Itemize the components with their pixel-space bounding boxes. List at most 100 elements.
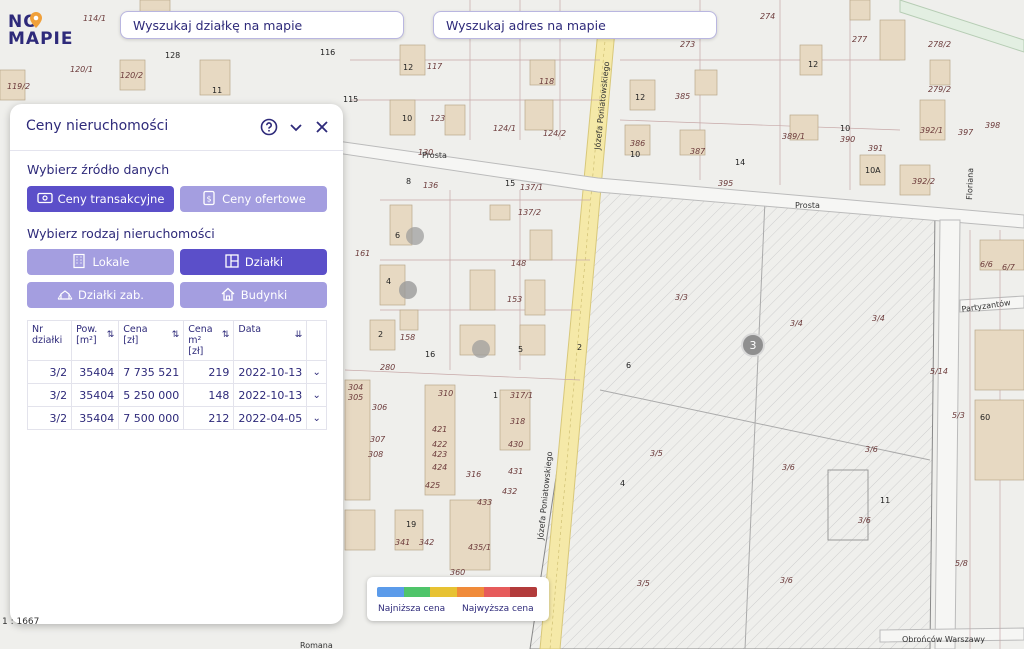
chevron-down-icon[interactable] <box>287 118 305 136</box>
source-section-title: Wybierz źródło danych <box>27 162 170 177</box>
svg-text:6: 6 <box>395 231 400 240</box>
svg-text:304: 304 <box>348 383 363 392</box>
col-parcel-number[interactable]: Nr działki <box>26 320 73 361</box>
table-row[interactable]: 3/2 35404 7 500 000 212 2022-04-05 ⌄ <box>26 406 327 430</box>
svg-text:128: 128 <box>165 51 180 60</box>
built-parcels-button[interactable]: Działki zab. <box>27 282 174 308</box>
sort-icon[interactable]: ⇅ <box>107 330 115 340</box>
price-legend: Najniższa cena Najwyższa cena <box>367 577 549 621</box>
svg-text:5: 5 <box>518 345 523 354</box>
chevron-down-icon[interactable]: ⌄ <box>306 406 327 430</box>
svg-text:Floriana: Floriana <box>965 168 975 200</box>
svg-text:435/1: 435/1 <box>468 543 491 552</box>
svg-text:385: 385 <box>675 92 690 101</box>
svg-text:305: 305 <box>348 393 363 402</box>
svg-text:12: 12 <box>403 63 413 72</box>
legend-color-1 <box>377 587 404 597</box>
svg-text:1: 1 <box>493 391 498 400</box>
building-icon <box>71 253 87 272</box>
svg-text:124/2: 124/2 <box>543 129 566 138</box>
svg-text:3/6: 3/6 <box>858 516 871 525</box>
svg-text:117: 117 <box>427 62 443 71</box>
svg-text:6/6: 6/6 <box>980 260 993 269</box>
svg-text:137/1: 137/1 <box>520 183 543 192</box>
type-section-title: Wybierz rodzaj nieruchomości <box>27 226 215 241</box>
svg-text:5/8: 5/8 <box>955 559 968 568</box>
svg-text:3/5: 3/5 <box>637 579 650 588</box>
svg-text:137/2: 137/2 <box>518 208 541 217</box>
parcel-search-input[interactable]: Wyszukaj działkę na mapie <box>120 11 404 39</box>
svg-text:433: 433 <box>477 498 492 507</box>
svg-text:392/1: 392/1 <box>920 126 943 135</box>
parcel-search-placeholder: Wyszukaj działkę na mapie <box>133 17 303 33</box>
svg-text:3/3: 3/3 <box>675 293 688 302</box>
svg-text:15: 15 <box>505 179 515 188</box>
svg-text:60: 60 <box>980 413 990 422</box>
svg-text:119/2: 119/2 <box>7 82 30 91</box>
svg-text:Prosta: Prosta <box>422 151 447 160</box>
sort-icon[interactable]: ⇊ <box>295 330 303 340</box>
logo-line2: MAPIE <box>8 29 74 49</box>
svg-text:391: 391 <box>868 144 883 153</box>
panel-header: Ceny nieruchomości <box>10 104 343 151</box>
svg-text:11: 11 <box>880 496 890 505</box>
svg-text:6: 6 <box>626 361 631 370</box>
price-panel: Ceny nieruchomości Wybierz źródło danych… <box>10 104 343 624</box>
svg-text:115: 115 <box>343 95 358 104</box>
address-search-placeholder: Wyszukaj adres na mapie <box>446 17 606 33</box>
svg-text:280: 280 <box>380 363 395 372</box>
location-pin-icon <box>30 12 42 28</box>
legend-color-2 <box>403 587 431 597</box>
svg-text:10: 10 <box>630 150 640 159</box>
offer-prices-button[interactable]: $ Ceny ofertowe <box>180 186 327 212</box>
svg-text:158: 158 <box>400 333 415 342</box>
svg-text:Obrońców Warszawy: Obrońców Warszawy <box>902 634 985 644</box>
close-icon[interactable] <box>313 118 331 136</box>
svg-text:421: 421 <box>432 425 447 434</box>
price-color-scale <box>377 587 537 597</box>
svg-text:274: 274 <box>760 12 775 21</box>
svg-text:318: 318 <box>510 417 525 426</box>
svg-text:307: 307 <box>370 435 386 444</box>
svg-text:431: 431 <box>508 467 523 476</box>
table-row[interactable]: 3/2 35404 7 735 521 219 2022-10-13 ⌄ <box>26 360 327 384</box>
legend-low-label: Najniższa cena <box>378 604 446 614</box>
app-logo[interactable]: NO MAPIE <box>8 12 98 52</box>
map-scale: 1 : 1667 <box>2 617 40 627</box>
svg-text:4: 4 <box>386 277 391 286</box>
map-cluster-marker[interactable]: 3 <box>741 333 765 357</box>
transaction-prices-button[interactable]: Ceny transakcyjne <box>27 186 174 212</box>
sort-icon[interactable]: ⇅ <box>172 330 180 340</box>
address-search-input[interactable]: Wyszukaj adres na mapie <box>433 11 717 39</box>
apartments-button[interactable]: Lokale <box>27 249 174 275</box>
svg-text:279/2: 279/2 <box>928 85 951 94</box>
svg-text:10: 10 <box>402 114 412 123</box>
svg-text:317/1: 317/1 <box>510 391 533 400</box>
table-row[interactable]: 3/2 35404 5 250 000 148 2022-10-13 ⌄ <box>26 383 327 407</box>
legend-high-label: Najwyższa cena <box>462 604 534 614</box>
col-date[interactable]: ⇊ Data <box>233 320 308 361</box>
apartments-label: Lokale <box>92 255 130 269</box>
svg-text:432: 432 <box>502 487 517 496</box>
svg-text:10: 10 <box>840 124 850 133</box>
help-icon[interactable] <box>260 118 278 136</box>
col-price[interactable]: ⇅ Cena [zł] <box>118 320 185 361</box>
svg-text:422: 422 <box>432 440 447 449</box>
transaction-prices-label: Ceny transakcyjne <box>57 192 165 206</box>
svg-text:342: 342 <box>419 538 434 547</box>
price-tag-icon: $ <box>201 190 217 209</box>
col-area[interactable]: ⇅ Pow. [m²] <box>71 320 120 361</box>
parcels-button[interactable]: Działki <box>180 249 327 275</box>
svg-text:161: 161 <box>355 249 370 258</box>
chevron-down-icon[interactable]: ⌄ <box>306 360 327 384</box>
svg-text:273: 273 <box>680 40 695 49</box>
col-price-per-m2[interactable]: ⇅ Cena m² [zł] <box>183 320 235 361</box>
svg-text:3/6: 3/6 <box>782 463 795 472</box>
chevron-down-icon[interactable]: ⌄ <box>306 383 327 407</box>
svg-text:423: 423 <box>432 450 447 459</box>
svg-text:12: 12 <box>808 60 818 69</box>
buildings-button[interactable]: Budynki <box>180 282 327 308</box>
svg-text:316: 316 <box>466 470 481 479</box>
sort-icon[interactable]: ⇅ <box>222 330 230 340</box>
built-parcel-icon <box>57 286 73 305</box>
